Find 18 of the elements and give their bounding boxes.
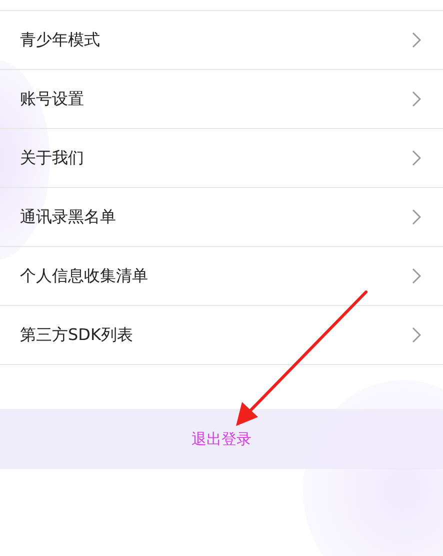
menu-item[interactable]: 个人信息收集清单 [0, 247, 443, 305]
chevron-icon [412, 268, 421, 284]
chevron-icon [412, 209, 421, 225]
menu-item[interactable]: 青少年模式 [0, 11, 443, 69]
menu-label: 通讯录黑名单 [20, 206, 116, 228]
menu-label: 第三方SDK列表 [20, 324, 133, 346]
menu-item[interactable]: 通讯录黑名单 [0, 188, 443, 246]
menu-label: 青少年模式 [20, 30, 100, 50]
menu-item[interactable]: 第三方SDK列表 [0, 306, 443, 364]
menu-item[interactable]: 关于我们 [0, 129, 443, 187]
chevron-icon [412, 150, 421, 166]
chevron-icon [412, 327, 421, 343]
menu-label: 关于我们 [20, 148, 84, 168]
menu-label: 个人信息收集清单 [20, 266, 148, 286]
chevron-icon [412, 32, 421, 48]
chevron-icon [412, 91, 421, 107]
menu-label: 账号设置 [20, 88, 84, 110]
menu-item[interactable]: 账号设置 [0, 70, 443, 128]
